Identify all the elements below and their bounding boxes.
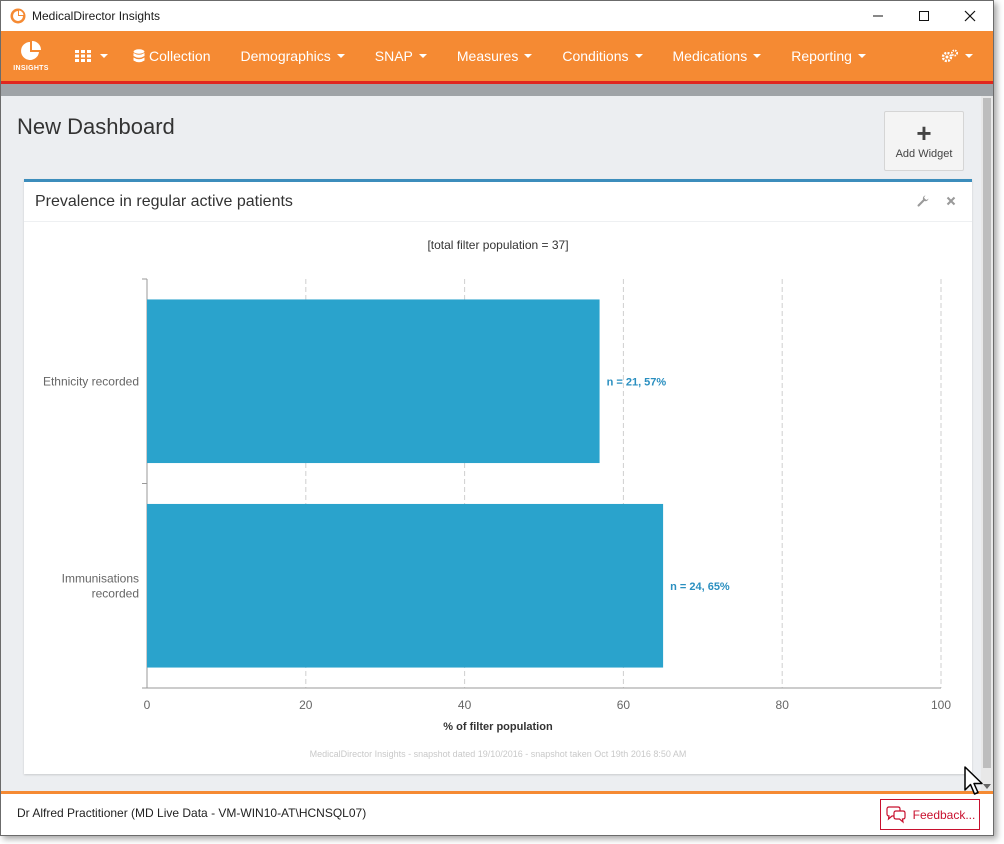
add-widget-button[interactable]: + Add Widget [884,111,964,171]
widget-tools [916,194,958,208]
nav-measures-label: Measures [456,48,519,64]
grid-icon [75,50,91,62]
bar [147,503,664,668]
mouse-cursor-icon [964,766,983,795]
window-controls [855,1,993,31]
speech-bubble-icon [886,805,906,824]
data-label: n = 21, 57% [607,376,667,388]
logo-text: INSIGHTS [13,65,49,72]
status-text: Dr Alfred Practitioner (MD Live Data - V… [17,806,367,820]
close-button[interactable] [947,1,993,31]
nav-grid-menu[interactable] [61,31,123,81]
category-label: recorded [92,586,139,600]
bar [147,299,600,464]
wrench-icon[interactable] [916,194,930,208]
pie-chart-icon [21,41,41,60]
scrollbar-thumb[interactable] [983,98,991,768]
minimize-button[interactable] [855,1,901,31]
x-tick-label: 60 [617,698,631,712]
nav-conditions-label: Conditions [562,48,629,64]
vertical-scrollbar[interactable] [981,96,993,791]
chevron-down-icon [857,54,866,58]
feedback-button[interactable]: Feedback... [880,799,980,830]
title-bar[interactable]: MedicalDirector Insights [1,1,993,31]
x-tick-label: 0 [144,698,151,712]
maximize-button[interactable] [901,1,947,31]
chevron-down-icon [336,54,345,58]
nav-measures[interactable]: Measures [442,31,547,81]
x-tick-label: 100 [931,698,951,712]
nav-shadow-bar [1,84,993,96]
chevron-down-icon [753,54,762,58]
settings-menu[interactable] [941,31,973,81]
nav-medications[interactable]: Medications [658,31,777,81]
x-axis-title: % of filter population [443,721,553,733]
app-logo-icon [10,8,26,24]
chart-footnote: MedicalDirector Insights - snapshot date… [310,749,687,759]
prevalence-bar-chart: [total filter population = 37] Ethnicity … [43,238,951,759]
widget-title: Prevalence in regular active patients [35,193,293,210]
main-navbar: INSIGHTS Collection Demographics SNAP Me… [1,31,993,81]
x-tick-label: 80 [776,698,790,712]
database-icon [133,49,145,63]
nav-reporting[interactable]: Reporting [776,31,881,81]
category-label: Ethnicity recorded [43,374,139,388]
insights-logo[interactable]: INSIGHTS [1,31,61,81]
chevron-down-icon [634,54,643,58]
chevron-down-icon [418,54,427,58]
app-window: MedicalDirector Insights INSIGHTS Collec… [0,0,994,836]
add-widget-label: Add Widget [895,148,953,160]
prevalence-widget: Prevalence in regular active patients [t… [24,179,972,774]
status-footer: Dr Alfred Practitioner (MD Live Data - V… [1,794,993,835]
x-tick-label: 40 [458,698,472,712]
nav-collection[interactable]: Collection [123,31,225,81]
gears-icon [941,49,958,63]
dashboard-content: New Dashboard + Add Widget Prevalence in… [1,96,981,791]
nav-conditions[interactable]: Conditions [547,31,657,81]
nav-snap[interactable]: SNAP [360,31,442,81]
category-label: Immunisations [62,571,139,585]
nav-reporting-label: Reporting [791,48,852,64]
close-icon[interactable] [944,194,958,208]
data-label: n = 24, 65% [670,581,730,593]
chevron-down-icon [100,54,108,58]
chart-subtitle: [total filter population = 37] [427,238,568,252]
page-title: New Dashboard [17,114,175,139]
widget-header: Prevalence in regular active patients [24,182,972,222]
chevron-down-icon [524,54,533,58]
nav-medications-label: Medications [672,48,748,64]
nav-demographics[interactable]: Demographics [225,31,359,81]
plus-icon: + [916,118,932,148]
feedback-label: Feedback... [912,807,976,822]
x-tick-label: 20 [299,698,313,712]
nav-collection-label: Collection [149,48,211,64]
window-title: MedicalDirector Insights [32,9,161,23]
nav-demographics-label: Demographics [240,48,331,64]
nav-snap-label: SNAP [374,48,413,64]
chevron-down-icon [965,54,973,58]
